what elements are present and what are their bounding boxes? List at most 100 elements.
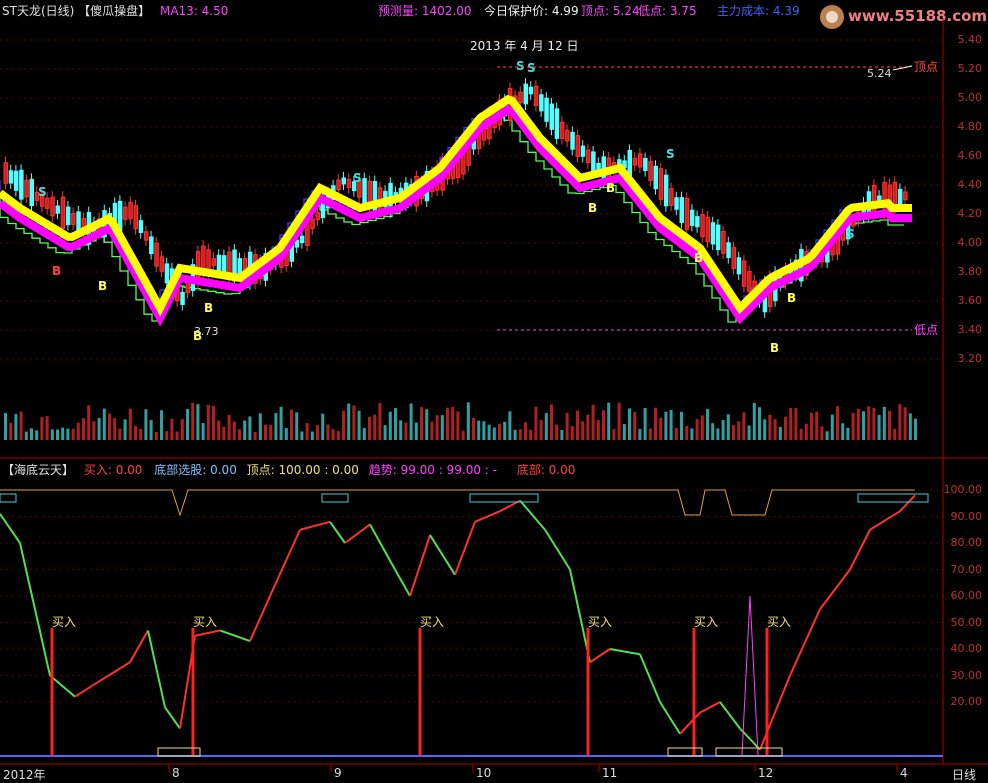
volume-bar xyxy=(149,420,153,440)
volume-bar xyxy=(118,428,122,440)
volume-bar xyxy=(305,423,309,440)
price-tick: 4.60 xyxy=(957,149,983,162)
volume-bar xyxy=(508,411,512,440)
volume-bar xyxy=(269,424,273,440)
price-tick: 5.00 xyxy=(957,91,983,104)
volume-bar xyxy=(108,413,111,440)
indicator-line xyxy=(519,499,546,531)
candle-body xyxy=(55,205,60,214)
volume-bar xyxy=(87,405,91,440)
volume-bar xyxy=(128,408,132,440)
indicator-line xyxy=(269,529,301,597)
candle-body xyxy=(237,258,242,275)
indicator-line xyxy=(147,630,166,708)
candle-body xyxy=(653,165,658,190)
volume-bar xyxy=(825,431,829,440)
x-axis-label: 12 xyxy=(758,766,774,780)
volume-bar xyxy=(711,423,715,440)
volume-bar xyxy=(581,421,585,440)
indicator-line xyxy=(299,520,331,531)
volume-bar xyxy=(914,418,917,440)
candle-body xyxy=(211,258,216,266)
volume-bar xyxy=(633,412,637,440)
candle-body xyxy=(65,206,71,226)
volume-bar xyxy=(248,416,252,440)
volume-bar xyxy=(742,412,746,440)
volume-bar xyxy=(165,431,169,440)
candle-body xyxy=(341,177,346,185)
volume-bar xyxy=(555,424,559,440)
trend-value: 趋势: 99.00 : 99.00 : - xyxy=(368,463,497,477)
volume-bar xyxy=(321,413,325,440)
sell-signal: S xyxy=(666,147,675,161)
volume-bar xyxy=(706,409,709,440)
volume-bar xyxy=(830,414,834,440)
volume-bar xyxy=(284,427,288,440)
candle-body xyxy=(627,150,632,176)
chart-canvas[interactable]: BBBBBBBBBSSS SSS 买入 买入 买入 买入 买入 买入 5.24 顶点 低点 … xyxy=(0,0,988,781)
volume-bar xyxy=(206,404,210,440)
indicator-line xyxy=(899,494,916,512)
volume-bar xyxy=(524,422,527,440)
price-tick: 4.40 xyxy=(957,178,983,191)
candle-body xyxy=(164,263,170,284)
volume-bar xyxy=(97,418,101,440)
volume-bar xyxy=(799,429,803,440)
candle-body xyxy=(13,170,19,191)
top-tag: 顶点 xyxy=(914,60,938,74)
indicator-line xyxy=(164,706,181,730)
volume-bar xyxy=(617,402,621,440)
indicator-title[interactable]: 【海底云天】 xyxy=(2,463,74,477)
volume-bar xyxy=(76,422,80,440)
candle-body xyxy=(689,209,695,226)
volume-bar xyxy=(451,406,455,440)
volume-bar xyxy=(40,417,44,440)
date-marker: 2013 年 4 月 12 日 xyxy=(470,39,579,53)
period-label[interactable]: 日线 xyxy=(952,766,976,783)
volume-bar xyxy=(784,416,787,440)
sell-signal: S xyxy=(846,227,855,241)
candle-body xyxy=(565,129,570,142)
top-point-value: 顶点: 100.00 : 0.00 xyxy=(246,463,359,477)
volume-bar xyxy=(570,426,574,440)
candle-body xyxy=(216,254,222,272)
candle-body xyxy=(523,83,528,105)
volume-bar xyxy=(440,415,444,440)
volume-bar xyxy=(752,402,756,440)
buy-value: 买入: 0.00 xyxy=(83,463,143,477)
indicator-line xyxy=(474,510,501,523)
volume-bar xyxy=(888,410,891,440)
candle-body xyxy=(731,247,736,269)
volume-bar xyxy=(492,427,496,440)
volume-bar xyxy=(638,429,642,440)
volume-bar xyxy=(893,429,897,440)
volume-bar xyxy=(747,425,751,440)
volume-bar xyxy=(144,409,148,440)
bottom-select-value: 底部选股: 0.00 xyxy=(154,463,237,477)
volume-bar xyxy=(113,418,117,440)
volume-bar xyxy=(170,418,174,440)
volume-bar xyxy=(690,428,694,440)
indicator-line xyxy=(219,629,251,642)
volume-bar xyxy=(472,417,475,440)
buy-marker: 买入 xyxy=(588,615,612,629)
volume-bar xyxy=(139,428,143,440)
buy-signal: B xyxy=(787,291,796,305)
candle-body xyxy=(180,291,185,305)
buy-marker: 买入 xyxy=(193,615,217,629)
volume-bar xyxy=(477,420,481,440)
volume-bar xyxy=(539,419,543,440)
volume-bar xyxy=(50,429,54,440)
indicator-line xyxy=(454,521,476,576)
volume-bar xyxy=(362,428,366,440)
top-box xyxy=(469,493,539,503)
volume-bar xyxy=(66,428,70,440)
candle-body xyxy=(643,157,648,172)
indicator-tick: 30.00 xyxy=(950,668,983,682)
volume-bar xyxy=(4,413,7,440)
indicator-line xyxy=(194,629,221,637)
price-tick: 3.60 xyxy=(957,294,983,307)
buy-marker: 买入 xyxy=(767,615,791,629)
candle-body xyxy=(575,135,580,157)
volume-bar xyxy=(841,423,845,440)
